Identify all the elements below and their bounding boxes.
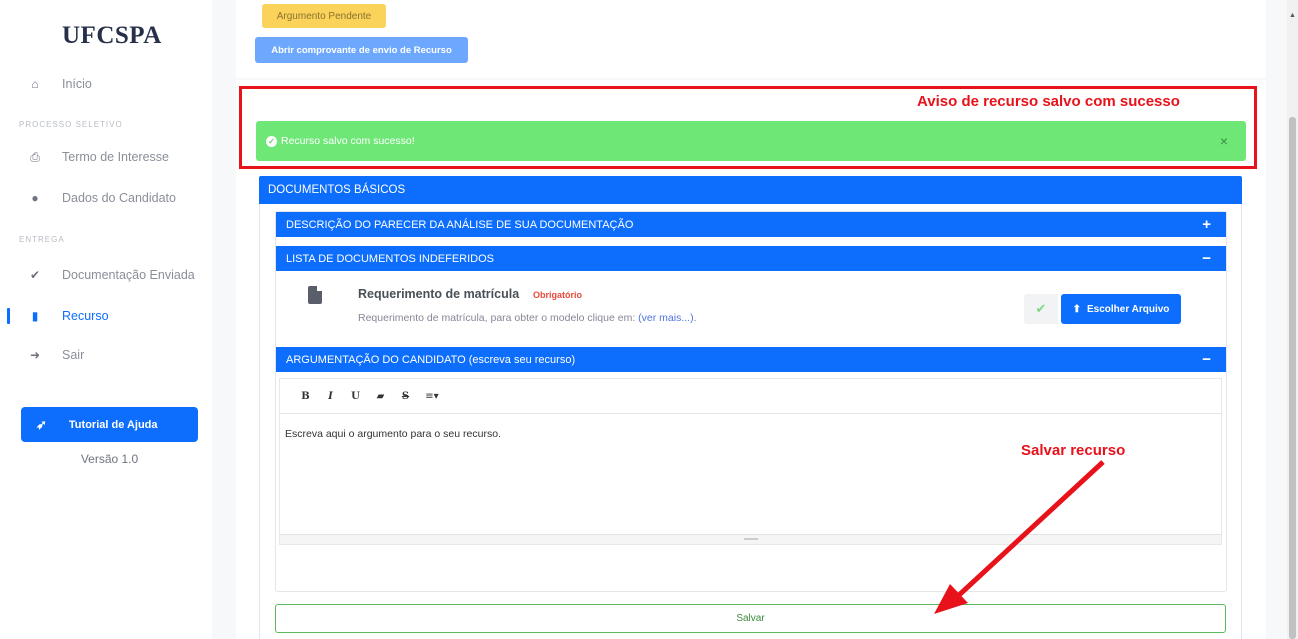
user-icon: ●: [31, 191, 39, 205]
choose-file-label: Escolher Arquivo: [1086, 303, 1170, 315]
sidebar-item-label: Sair: [62, 348, 85, 362]
upload-icon: ⬆: [1072, 303, 1081, 315]
file-image-icon: [308, 286, 322, 304]
sidebar-item-label: Documentação Enviada: [62, 268, 195, 282]
sidebar-item-inicio[interactable]: ⌂ Início: [0, 73, 212, 95]
save-button[interactable]: Salvar: [275, 604, 1226, 633]
home-icon: ⌂: [31, 77, 39, 91]
logo: UFCSPA: [62, 22, 162, 49]
uploaded-check-icon: ✔: [1024, 294, 1058, 324]
section-label-entrega: ENTREGA: [19, 235, 65, 244]
accordion-parecer[interactable]: DESCRIÇÃO DO PARECER DA ANÁLISE DE SUA D…: [276, 212, 1226, 237]
accordion-label: LISTA DE DOCUMENTOS INDEFERIDOS: [286, 252, 495, 265]
sidebar-item-label: Dados do Candidato: [62, 191, 176, 205]
align-dropdown-button[interactable]: ≡▾: [423, 391, 441, 402]
requirement-description: Requerimento de matrícula, para obter o …: [358, 312, 697, 324]
minus-icon: −: [1202, 351, 1211, 368]
description-suffix: .: [693, 312, 697, 324]
resize-grip-icon: [744, 538, 758, 540]
sidebar-item-label: Recurso: [62, 309, 109, 323]
rocket-icon: ➶: [36, 416, 47, 432]
scrollbar-thumb[interactable]: [1289, 117, 1296, 639]
print-icon: ⎙: [30, 149, 40, 164]
requirement-title: Requerimento de matrícula: [358, 287, 520, 301]
sidebar-item-label: Termo de Interesse: [62, 150, 169, 164]
sidebar-item-documentacao[interactable]: ✔ Documentação Enviada: [0, 264, 212, 286]
description-text: Requerimento de matrícula, para obter o …: [358, 312, 636, 324]
active-indicator: [7, 308, 10, 324]
documents-header: DOCUMENTOS BÁSICOS: [259, 176, 1242, 204]
sidebar-item-dados[interactable]: ● Dados do Candidato: [0, 187, 212, 209]
accordion-indeferidos[interactable]: LISTA DE DOCUMENTOS INDEFERIDOS −: [276, 246, 1226, 271]
sidebar-item-recurso[interactable]: ▮ Recurso: [0, 305, 212, 327]
editor-toolbar: B I U ▰ S ≡▾: [280, 379, 1221, 414]
sidebar: UFCSPA ⌂ Início PROCESSO SELETIVO ⎙ Term…: [0, 0, 212, 639]
sidebar-item-sair[interactable]: ➜ Sair: [0, 344, 212, 366]
underline-button[interactable]: U: [348, 391, 363, 402]
accordion-label: DESCRIÇÃO DO PARECER DA ANÁLISE DE SUA D…: [286, 218, 634, 231]
sidebar-item-label: Início: [62, 77, 92, 91]
sidebar-item-termo[interactable]: ⎙ Termo de Interesse: [0, 146, 212, 168]
strikethrough-button[interactable]: S: [398, 391, 413, 402]
section-label-processo: PROCESSO SELETIVO: [19, 120, 123, 129]
help-button-label: Tutorial de Ajuda: [68, 418, 158, 431]
eraser-button[interactable]: ▰: [373, 391, 388, 402]
open-receipt-button[interactable]: Abrir comprovante de envio de Recurso: [255, 37, 468, 63]
plus-icon: +: [1202, 216, 1211, 233]
bold-button[interactable]: B: [298, 391, 313, 402]
version-text: Versão 1.0: [80, 452, 139, 466]
annotation-alert-note: Aviso de recurso salvo com sucesso: [917, 93, 1180, 110]
editor-content[interactable]: Escreva aqui o argumento para o seu recu…: [285, 428, 501, 440]
see-more-link[interactable]: (ver mais...): [638, 312, 693, 324]
accordion-label: ARGUMENTAÇÃO DO CANDIDATO (escreva seu r…: [286, 353, 576, 366]
minus-icon: −: [1202, 250, 1211, 267]
help-tutorial-button[interactable]: ➶ Tutorial de Ajuda: [21, 407, 198, 442]
scroll-up-arrow-icon[interactable]: ▲: [1289, 12, 1296, 19]
annotation-save-note: Salvar recurso: [1021, 442, 1126, 459]
check-icon: ✔: [29, 268, 41, 282]
required-badge: Obrigatório: [533, 290, 582, 300]
clipboard-icon: ▮: [31, 309, 39, 323]
choose-file-button[interactable]: ⬆ Escolher Arquivo: [1061, 294, 1181, 324]
accordion-argumentacao[interactable]: ARGUMENTAÇÃO DO CANDIDATO (escreva seu r…: [276, 347, 1226, 372]
italic-button[interactable]: I: [323, 391, 338, 402]
sign-out-icon: ➜: [29, 348, 41, 362]
pending-status-badge: Argumento Pendente: [262, 4, 386, 28]
